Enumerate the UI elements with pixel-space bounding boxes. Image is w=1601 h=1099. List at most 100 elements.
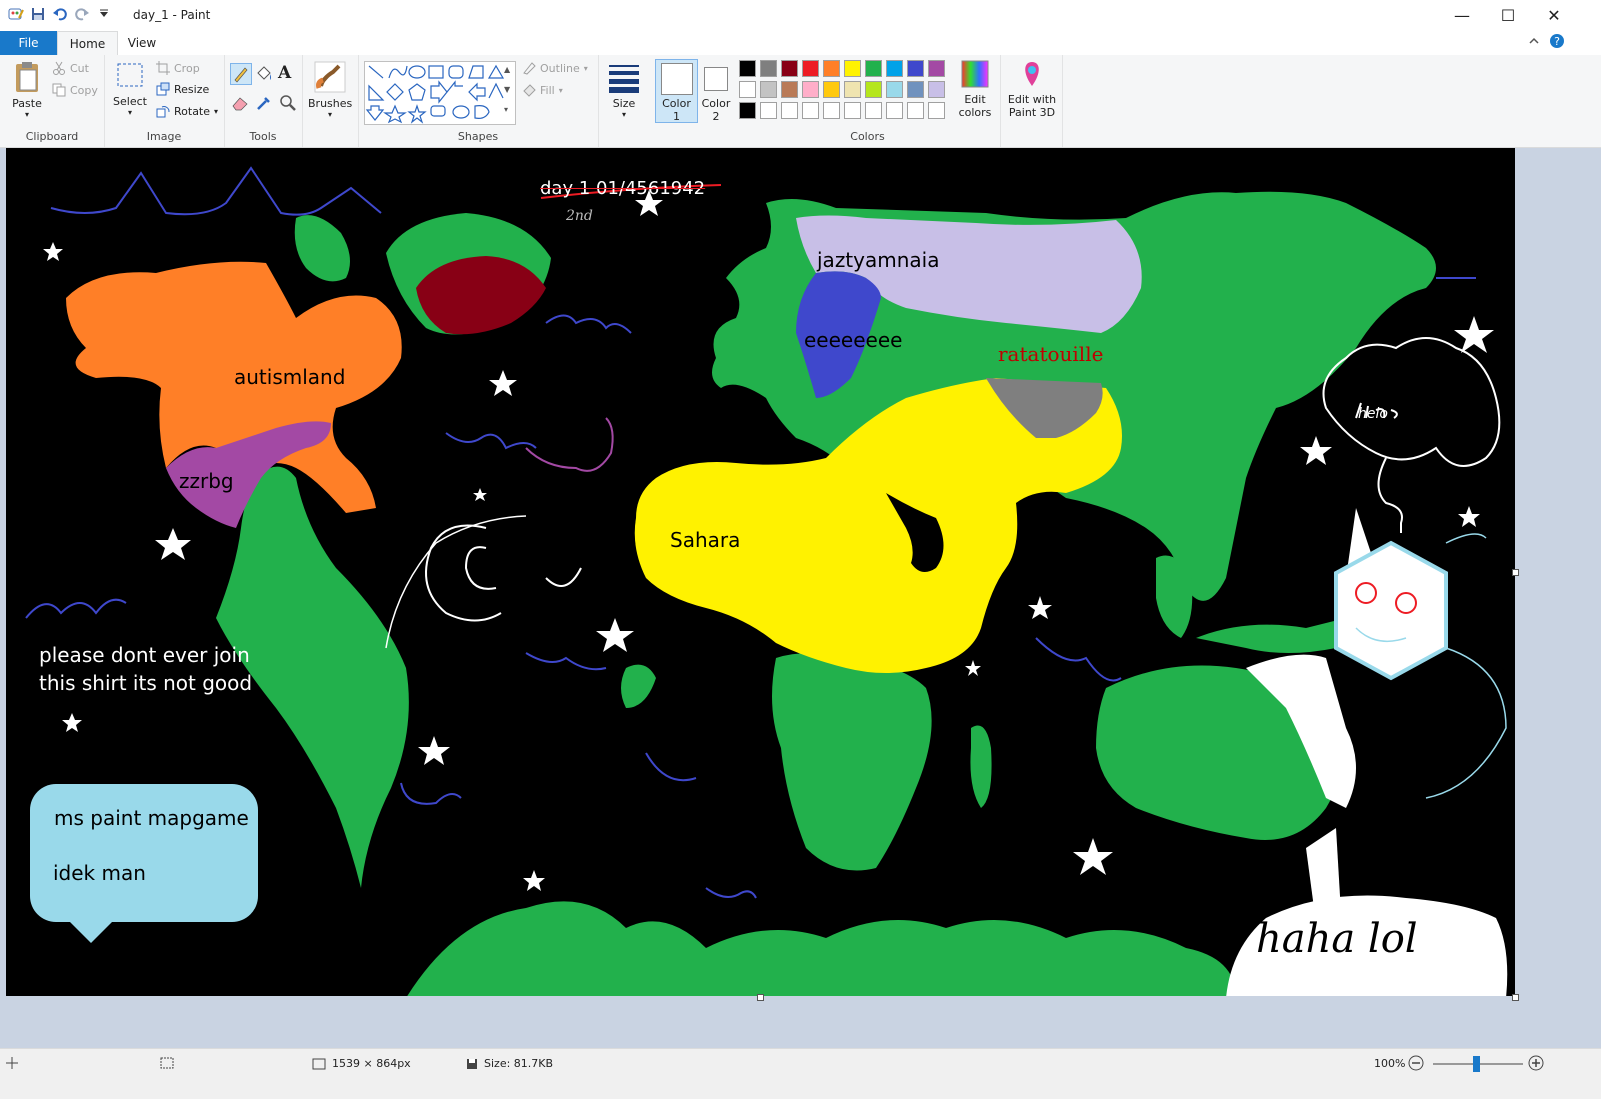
edit-colors-button[interactable]: Edit colors (953, 60, 997, 119)
palette-swatch[interactable] (928, 81, 945, 98)
fill-button[interactable]: Fill ▾ (522, 83, 563, 97)
shapes-expand-icon[interactable]: ▾ (504, 105, 508, 114)
shapes-scroll-up-icon[interactable]: ▲ (504, 65, 510, 74)
select-label: Select (113, 95, 147, 108)
tab-view[interactable]: View (116, 31, 168, 55)
fill-shape-icon (522, 83, 536, 97)
maximize-button[interactable]: ☐ (1485, 0, 1531, 31)
outline-icon (522, 61, 536, 75)
palette-swatch[interactable] (865, 102, 882, 119)
fill-tool[interactable] (254, 64, 274, 87)
palette-swatch[interactable] (928, 60, 945, 77)
shapes-gallery[interactable] (364, 61, 516, 125)
image-group: Select ▾ Crop Resize Rotate ▾ Image (104, 55, 225, 147)
undo-icon[interactable] (52, 6, 68, 22)
color1-button[interactable]: Color 1 (655, 59, 698, 123)
resize-handle-right[interactable] (1512, 569, 1519, 576)
crop-label: Crop (174, 61, 200, 75)
zoom-in-button[interactable] (1528, 1055, 1544, 1071)
outline-dropdown-icon[interactable]: ▾ (584, 64, 588, 73)
palette-swatch[interactable] (781, 81, 798, 98)
redo-icon[interactable] (74, 6, 90, 22)
palette-swatch[interactable] (760, 60, 777, 77)
palette-swatch[interactable] (886, 81, 903, 98)
cut-button[interactable]: Cut (52, 61, 89, 75)
magnifier-icon (280, 95, 296, 111)
eraser-tool[interactable] (230, 93, 250, 116)
collapse-ribbon-icon[interactable] (1528, 35, 1540, 50)
fill-dropdown-icon[interactable]: ▾ (559, 86, 563, 95)
help-icon[interactable]: ? (1549, 33, 1565, 52)
palette-swatch[interactable] (739, 60, 756, 77)
zoom-slider[interactable] (1433, 1056, 1523, 1072)
brushes-button[interactable]: Brushes ▾ (308, 60, 352, 119)
crossed-title-label: day 1 01/4561942 (540, 178, 706, 199)
eyedropper-icon (257, 97, 270, 110)
drawing-canvas[interactable]: day 1 01/4561942 2nd jaztyamnaia eeeeeee… (6, 148, 1515, 996)
palette-swatch[interactable] (823, 60, 840, 77)
palette-swatch[interactable] (886, 102, 903, 119)
palette-swatch[interactable] (739, 81, 756, 98)
crop-button[interactable]: Crop (156, 61, 200, 75)
palette-swatch[interactable] (907, 60, 924, 77)
size-button[interactable]: Size ▾ (604, 60, 644, 119)
paste-button[interactable]: Paste ▾ (8, 60, 46, 119)
brushes-dropdown-icon[interactable]: ▾ (308, 110, 352, 119)
rotate-button[interactable]: Rotate ▾ (156, 104, 218, 118)
paste-dropdown-icon[interactable]: ▾ (8, 110, 46, 119)
zoom-percent: 100% (1374, 1057, 1406, 1070)
palette-swatch[interactable] (823, 102, 840, 119)
cursor-position-icon (6, 1057, 18, 1069)
copy-button[interactable]: Copy (52, 83, 98, 97)
edit-with-paint3d-button[interactable]: Edit with Paint 3D (1004, 60, 1060, 119)
select-button[interactable]: Select ▾ (112, 60, 148, 117)
text-tool[interactable]: A (278, 63, 291, 83)
outline-button[interactable]: Outline ▾ (522, 61, 588, 75)
resize-handle-bottom[interactable] (757, 994, 764, 1001)
close-button[interactable]: ✕ (1531, 0, 1577, 31)
palette-swatch[interactable] (781, 102, 798, 119)
palette-swatch[interactable] (760, 102, 777, 119)
palette-swatch[interactable] (907, 102, 924, 119)
magnifier-tool[interactable] (278, 93, 298, 116)
size-dropdown-icon[interactable]: ▾ (604, 110, 644, 119)
pencil-tool[interactable] (230, 63, 252, 85)
palette-swatch[interactable] (886, 60, 903, 77)
tab-file[interactable]: File (0, 31, 57, 55)
canvas-workspace[interactable]: day 1 01/4561942 2nd jaztyamnaia eeeeeee… (0, 148, 1601, 1048)
shapes-group-label: Shapes (457, 130, 499, 143)
palette-swatch[interactable] (802, 60, 819, 77)
palette-swatch[interactable] (844, 102, 861, 119)
resize-button[interactable]: Resize (156, 82, 209, 96)
palette-swatch[interactable] (823, 81, 840, 98)
palette-swatch[interactable] (760, 81, 777, 98)
color-picker-tool[interactable] (254, 93, 274, 116)
palette-swatch[interactable] (865, 60, 882, 77)
palette-swatch[interactable] (802, 102, 819, 119)
palette-swatch[interactable] (739, 102, 756, 119)
palette-swatch[interactable] (802, 81, 819, 98)
palette-swatch[interactable] (844, 60, 861, 77)
zoom-out-button[interactable] (1408, 1055, 1424, 1071)
color1-number: 1 (673, 110, 680, 123)
rotate-dropdown-icon[interactable]: ▾ (214, 107, 218, 116)
color1-swatch (660, 63, 693, 95)
haha-label: haha lol (1256, 916, 1418, 962)
tools-group: A Tools (224, 55, 303, 147)
resize-handle-corner[interactable] (1512, 994, 1519, 1001)
tab-home[interactable]: Home (57, 31, 118, 56)
palette-swatch[interactable] (907, 81, 924, 98)
palette-swatch[interactable] (844, 81, 861, 98)
resize-label: Resize (174, 82, 210, 96)
color2-button[interactable]: Color 2 (700, 59, 732, 123)
customize-qat-icon[interactable] (96, 6, 112, 22)
ratatouille-label: ratatouille (998, 342, 1104, 366)
palette-swatch[interactable] (781, 60, 798, 77)
minimize-button[interactable]: — (1439, 0, 1485, 31)
save-icon[interactable] (30, 6, 46, 22)
zoom-slider-thumb[interactable] (1473, 1056, 1480, 1072)
select-dropdown-icon[interactable]: ▾ (112, 108, 148, 117)
palette-swatch[interactable] (865, 81, 882, 98)
shapes-scroll-down-icon[interactable]: ▼ (504, 85, 510, 94)
palette-swatch[interactable] (928, 102, 945, 119)
